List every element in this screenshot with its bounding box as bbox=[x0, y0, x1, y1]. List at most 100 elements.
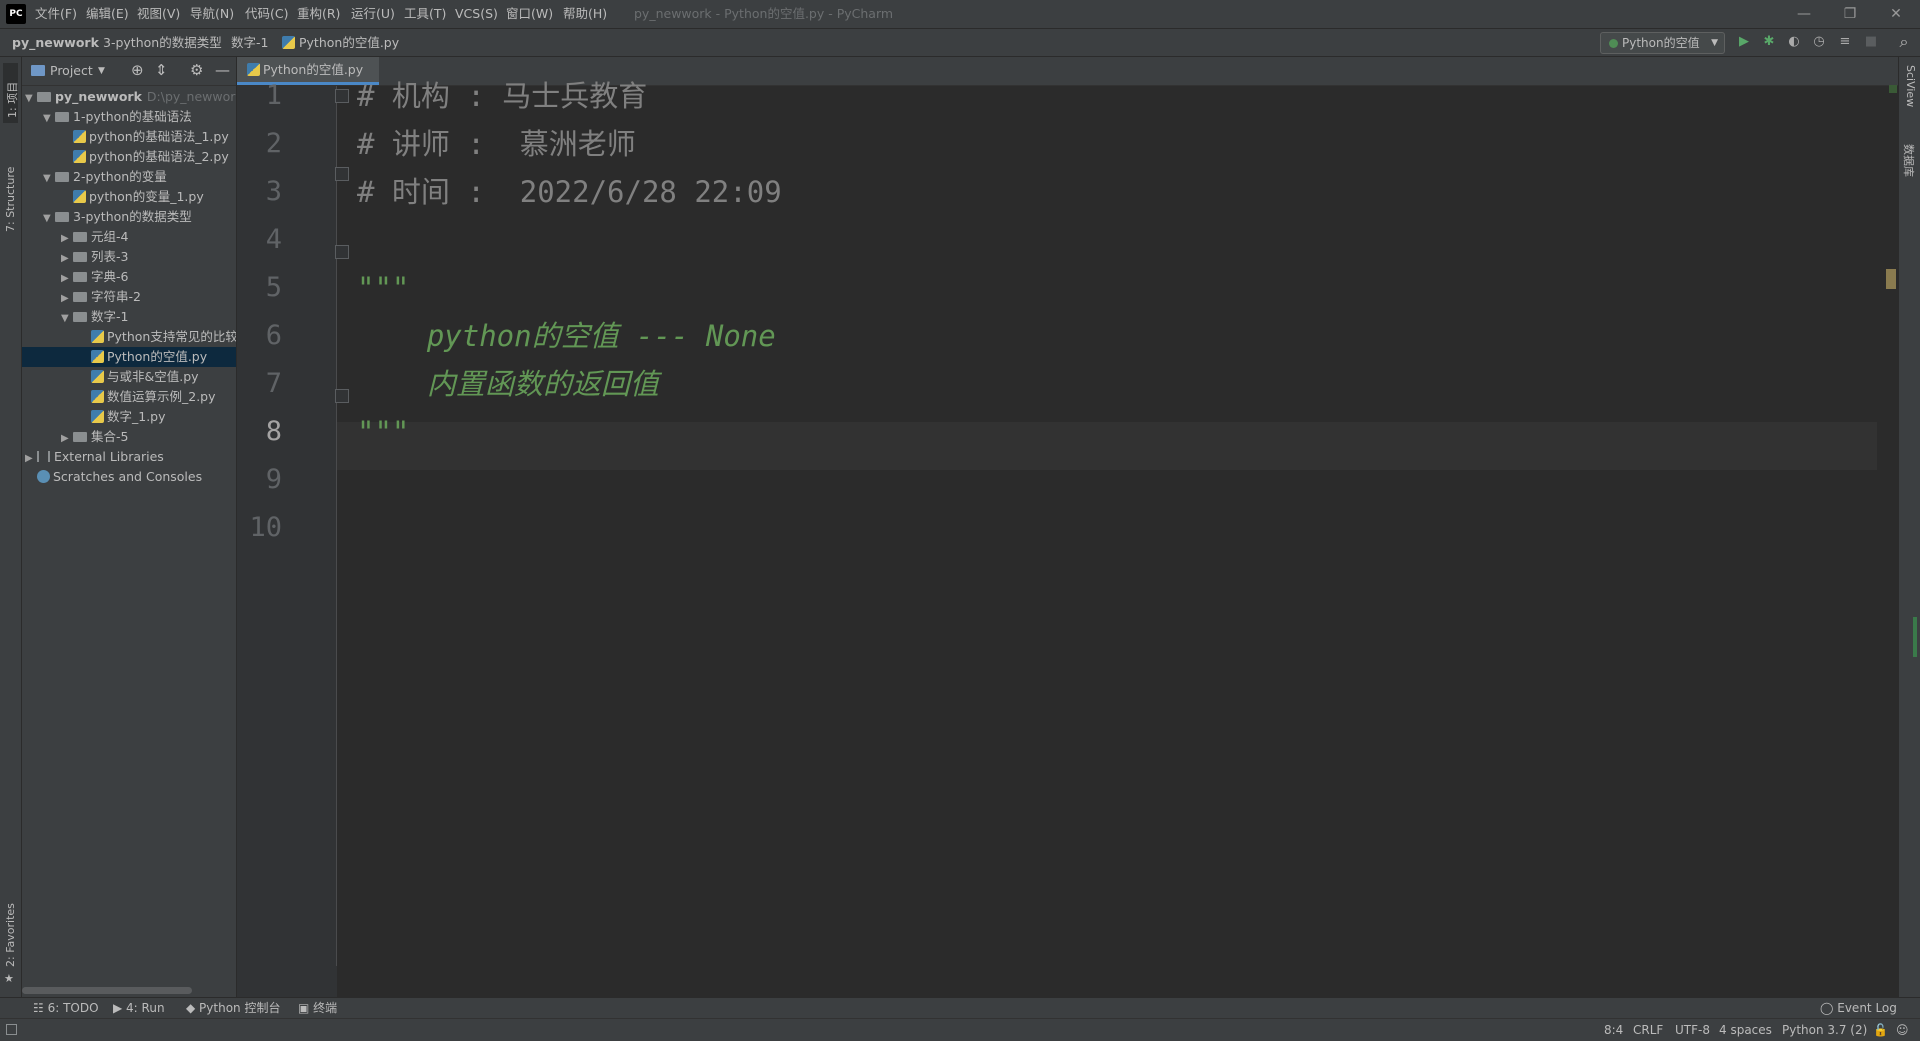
hide-icon[interactable]: — bbox=[215, 61, 230, 79]
indent-setting[interactable]: 4 spaces bbox=[1719, 1019, 1772, 1041]
navigation-bar: py_newwork 3-python的数据类型 数字-1 Python的空值.… bbox=[0, 29, 1920, 57]
tree-item[interactable]: ▶ 字符串-2 bbox=[22, 287, 236, 307]
lock-icon[interactable]: 🔓 bbox=[1873, 1019, 1888, 1041]
stop-icon[interactable]: ■ bbox=[1862, 33, 1880, 51]
breadcrumb-project[interactable]: py_newwork bbox=[12, 29, 99, 56]
fold-marker-icon[interactable] bbox=[335, 245, 349, 259]
profile-icon[interactable]: ◷ bbox=[1810, 33, 1828, 51]
tree-item[interactable]: ▶ 集合-5 bbox=[22, 427, 236, 447]
project-tool-tab[interactable]: 1: 项目 bbox=[3, 63, 19, 123]
breadcrumb-subfolder[interactable]: 数字-1 bbox=[231, 29, 268, 56]
locate-icon[interactable]: ⊕ bbox=[131, 61, 144, 79]
python-interpreter[interactable]: Python 3.7 (2) bbox=[1782, 1019, 1867, 1041]
run-tool-button[interactable]: ▶ 4: Run bbox=[113, 998, 165, 1019]
tree-item[interactable]: ▼ py_newwork D:\py_newwork bbox=[22, 87, 236, 107]
chevron-right-icon[interactable]: ▶ bbox=[61, 429, 73, 449]
tree-item[interactable]: Python支持常见的比较 bbox=[22, 327, 236, 347]
minimize-button[interactable]: — bbox=[1784, 0, 1824, 28]
code-line[interactable]: """ bbox=[357, 408, 409, 456]
tree-item[interactable]: Scratches and Consoles bbox=[22, 467, 236, 487]
menu-help[interactable]: 帮助(H) bbox=[563, 0, 607, 28]
code-line[interactable]: """ bbox=[357, 264, 409, 312]
chevron-right-icon[interactable]: ▶ bbox=[61, 229, 73, 249]
menu-file[interactable]: 文件(F) bbox=[35, 0, 77, 28]
chevron-down-icon[interactable]: ▼ bbox=[98, 66, 105, 76]
menu-window[interactable]: 窗口(W) bbox=[506, 0, 553, 28]
menu-navigate[interactable]: 导航(N) bbox=[190, 0, 234, 28]
todo-tool-button[interactable]: ☷ 6: TODO bbox=[33, 998, 99, 1019]
menu-edit[interactable]: 编辑(E) bbox=[86, 0, 129, 28]
favorites-tool-tab[interactable]: 2: Favorites ★ bbox=[3, 897, 18, 992]
file-encoding[interactable]: UTF-8 bbox=[1675, 1019, 1710, 1041]
menu-code[interactable]: 代码(C) bbox=[245, 0, 288, 28]
tree-item[interactable]: ▼ 2-python的变量 bbox=[22, 167, 236, 187]
menu-vcs[interactable]: VCS(S) bbox=[455, 0, 498, 28]
tree-item[interactable]: ▶ 元组-4 bbox=[22, 227, 236, 247]
code-editor[interactable]: 1 2 3 4 5 6 7 8 9 10 # 机构 : 马士兵教育 # 讲师 : 慕洲老师 # 时间 … bbox=[237, 79, 1898, 997]
line-separator[interactable]: CRLF bbox=[1633, 1019, 1663, 1041]
code-line[interactable]: python的空值 --- None bbox=[357, 312, 776, 360]
structure-tool-tab[interactable]: 7: Structure bbox=[3, 137, 18, 237]
folder-icon bbox=[55, 112, 69, 122]
concurrency-icon[interactable]: ≡ bbox=[1836, 33, 1854, 51]
restore-button[interactable]: ❐ bbox=[1830, 0, 1870, 28]
code-line[interactable]: 内置函数的返回值 bbox=[357, 360, 659, 408]
close-button[interactable]: ✕ bbox=[1876, 0, 1916, 28]
chevron-down-icon[interactable]: ▼ bbox=[43, 109, 55, 129]
breadcrumb-folder[interactable]: 3-python的数据类型 bbox=[103, 29, 222, 56]
tree-item[interactable]: python的基础语法_2.py bbox=[22, 147, 236, 167]
fold-marker-icon[interactable] bbox=[335, 167, 349, 181]
run-icon[interactable]: ▶ bbox=[1735, 33, 1753, 51]
project-view-select[interactable]: Project bbox=[50, 57, 93, 85]
tree-item[interactable]: ▼ 3-python的数据类型 bbox=[22, 207, 236, 227]
debug-icon[interactable]: ✱ bbox=[1760, 33, 1778, 51]
database-tool-tab[interactable]: 数据库 bbox=[1902, 142, 1918, 202]
coverage-icon[interactable]: ◐ bbox=[1785, 33, 1803, 51]
tree-item[interactable]: ▶ 列表-3 bbox=[22, 247, 236, 267]
tree-item[interactable]: 与或非&空值.py bbox=[22, 367, 236, 387]
tree-item[interactable]: ▶ 字典-6 bbox=[22, 267, 236, 287]
chevron-right-icon[interactable]: ▶ bbox=[25, 449, 37, 469]
chevron-right-icon[interactable]: ▶ bbox=[61, 269, 73, 289]
breadcrumb-file[interactable]: Python的空值.py bbox=[299, 29, 399, 56]
python-console-button[interactable]: ◆ Python 控制台 bbox=[186, 998, 280, 1019]
tree-item[interactable]: ▶ External Libraries bbox=[22, 447, 236, 467]
inspector-icon[interactable]: ☺ bbox=[1896, 1019, 1909, 1041]
editor-scroll-marker[interactable] bbox=[1886, 269, 1896, 289]
caret-position[interactable]: 8:4 bbox=[1604, 1019, 1623, 1041]
tree-item[interactable]: ▼ 数字-1 bbox=[22, 307, 236, 327]
tree-item[interactable]: Python的空值.py bbox=[22, 347, 236, 367]
code-line[interactable]: # 时间 : 2022/6/28 22:09 bbox=[357, 168, 782, 216]
tree-item-label: 1-python的基础语法 bbox=[73, 109, 192, 124]
collapse-all-icon[interactable]: ⇕ bbox=[155, 61, 168, 79]
menu-tools[interactable]: 工具(T) bbox=[404, 0, 446, 28]
menu-refactor[interactable]: 重构(R) bbox=[297, 0, 340, 28]
tree-item[interactable]: ▼ 1-python的基础语法 bbox=[22, 107, 236, 127]
menu-view[interactable]: 视图(V) bbox=[137, 0, 180, 28]
sciview-tool-tab[interactable]: SciView bbox=[1902, 63, 1918, 133]
project-horizontal-scrollbar[interactable] bbox=[22, 987, 192, 994]
code-line[interactable]: # 讲师 : 慕洲老师 bbox=[357, 120, 636, 168]
tree-item[interactable]: 数值运算示例_2.py bbox=[22, 387, 236, 407]
chevron-right-icon[interactable]: ▶ bbox=[61, 289, 73, 309]
tree-item[interactable]: 数字_1.py bbox=[22, 407, 236, 427]
gear-icon[interactable]: ⚙ bbox=[190, 61, 203, 79]
project-path: D:\py_newwork bbox=[146, 89, 237, 104]
inspection-indicator bbox=[1913, 617, 1917, 657]
event-log-button[interactable]: ◯ Event Log bbox=[1820, 998, 1897, 1019]
tool-windows-toggle-icon[interactable] bbox=[6, 1024, 17, 1035]
search-icon[interactable]: ⌕ bbox=[1895, 33, 1913, 51]
chevron-right-icon[interactable]: ▶ bbox=[61, 249, 73, 269]
run-config-select[interactable]: Python的空值 ▼ bbox=[1600, 32, 1725, 54]
fold-marker-icon[interactable] bbox=[335, 389, 349, 403]
chevron-down-icon[interactable]: ▼ bbox=[61, 309, 73, 329]
tree-item[interactable]: python的基础语法_1.py bbox=[22, 127, 236, 147]
fold-marker-icon[interactable] bbox=[335, 89, 349, 103]
chevron-down-icon[interactable]: ▼ bbox=[43, 169, 55, 189]
menu-run[interactable]: 运行(U) bbox=[351, 0, 395, 28]
chevron-down-icon[interactable]: ▼ bbox=[43, 209, 55, 229]
tree-item[interactable]: python的变量_1.py bbox=[22, 187, 236, 207]
chevron-down-icon[interactable]: ▼ bbox=[25, 89, 37, 109]
terminal-button[interactable]: ▣ 终端 bbox=[298, 998, 337, 1019]
code-line[interactable]: # 机构 : 马士兵教育 bbox=[357, 72, 647, 120]
